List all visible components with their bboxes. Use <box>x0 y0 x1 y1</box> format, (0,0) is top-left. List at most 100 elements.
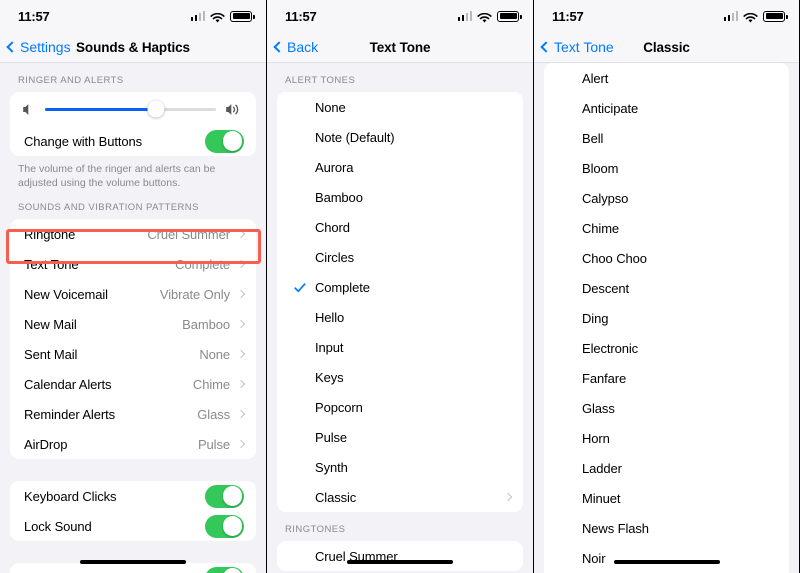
panel-classic: 11:57 Text Tone Classic Alert Anticipate… <box>534 0 799 573</box>
status-time: 11:57 <box>552 8 584 24</box>
tone-row-calypso[interactable]: Calypso <box>544 183 789 213</box>
speaker-low-icon <box>22 103 36 116</box>
toggle-knob <box>222 568 243 573</box>
tone-row-bamboo[interactable]: Bamboo <box>277 182 523 212</box>
back-button-settings[interactable]: Settings <box>6 39 71 55</box>
change-with-buttons-toggle[interactable] <box>205 129 244 153</box>
row-sent-mail[interactable]: Sent Mail None <box>10 339 256 370</box>
row-label: Lock Sound <box>24 518 92 534</box>
tone-row-input[interactable]: Input <box>277 332 523 362</box>
tone-row-popcorn[interactable]: Popcorn <box>277 392 523 422</box>
tone-row-keys[interactable]: Keys <box>277 362 523 392</box>
status-time: 11:57 <box>285 8 317 24</box>
tone-row-descent[interactable]: Descent <box>544 273 789 303</box>
tone-row-chord[interactable]: Chord <box>277 212 523 242</box>
back-button-label: Settings <box>20 39 71 55</box>
tone-row-chime[interactable]: Chime <box>544 213 789 243</box>
tone-label: Ding <box>582 310 609 326</box>
tone-row-horn[interactable]: Horn <box>544 423 789 453</box>
wifi-icon <box>210 11 225 23</box>
tone-row-glass[interactable]: Glass <box>544 393 789 423</box>
lock-sound-toggle[interactable] <box>205 514 244 538</box>
row-change-with-buttons[interactable]: Change with Buttons <box>10 126 256 156</box>
row-system-haptics[interactable]: System Haptics <box>10 563 256 573</box>
chevron-right-icon <box>236 410 246 419</box>
chevron-right-icon <box>236 260 246 269</box>
tone-label: Aurora <box>315 159 354 175</box>
tone-row-circles[interactable]: Circles <box>277 242 523 272</box>
tone-row-note-default[interactable]: Note (Default) <box>277 122 523 152</box>
tone-row-minuet[interactable]: Minuet <box>544 483 789 513</box>
tone-label: Popcorn <box>315 399 363 415</box>
tone-row-choo-choo[interactable]: Choo Choo <box>544 243 789 273</box>
keyboard-clicks-toggle[interactable] <box>205 484 244 508</box>
tone-row-news-flash[interactable]: News Flash <box>544 513 789 543</box>
tone-row-cruel-summer[interactable]: Cruel Summer <box>277 541 523 571</box>
volume-slider-thumb[interactable] <box>147 100 165 118</box>
back-button-text-tone[interactable]: Text Tone <box>540 39 614 55</box>
row-lock-sound[interactable]: Lock Sound <box>10 511 256 542</box>
ringer-volume-slider-row[interactable] <box>10 92 256 126</box>
tone-label: Choo Choo <box>582 250 647 266</box>
wifi-icon <box>477 11 492 23</box>
tone-row-hello[interactable]: Hello <box>277 302 523 332</box>
back-button-label: Text Tone <box>554 39 614 55</box>
tone-label: Pulse <box>315 429 348 445</box>
card-classic-tones: Alert Anticipate Bell Bloom Calypso Chim… <box>544 63 789 573</box>
tone-row-bell[interactable]: Bell <box>544 123 789 153</box>
tone-row-pulse[interactable]: Pulse <box>277 422 523 452</box>
tone-row-classic[interactable]: Classic <box>277 482 523 512</box>
nav-bar: Text Tone Classic <box>534 32 799 63</box>
chevron-right-icon <box>236 230 246 239</box>
cellular-signal-icon <box>190 11 205 21</box>
tone-row-ding[interactable]: Ding <box>544 303 789 333</box>
row-calendar-alerts[interactable]: Calendar Alerts Chime <box>10 369 256 400</box>
footnote-ringer: The volume of the ringer and alerts can … <box>18 163 216 190</box>
row-label: Reminder Alerts <box>24 406 115 422</box>
tone-row-fanfare[interactable]: Fanfare <box>544 363 789 393</box>
back-button-label: Back <box>287 39 319 55</box>
tone-row-synth[interactable]: Synth <box>277 452 523 482</box>
row-reminder-alerts[interactable]: Reminder Alerts Glass <box>10 399 256 430</box>
tone-row-anticipate[interactable]: Anticipate <box>544 93 789 123</box>
row-ringtone[interactable]: Ringtone Cruel Summer <box>10 219 256 250</box>
row-value: Glass <box>197 406 230 422</box>
panel-sounds-haptics: 11:57 Settings Sounds & Haptics RINGER A… <box>0 0 266 573</box>
tone-row-noir[interactable]: Noir <box>544 543 789 573</box>
tone-row-bloom[interactable]: Bloom <box>544 153 789 183</box>
tone-row-complete[interactable]: Complete <box>277 272 523 302</box>
system-haptics-toggle[interactable] <box>205 566 244 573</box>
tone-label: Note (Default) <box>315 129 395 145</box>
row-airdrop[interactable]: AirDrop Pulse <box>10 429 256 460</box>
card-sounds-and-vibration: Ringtone Cruel Summer Text Tone Complete… <box>10 219 256 460</box>
tone-label: Synth <box>315 459 348 475</box>
volume-slider-track[interactable] <box>45 100 216 118</box>
chevron-right-icon <box>236 320 246 329</box>
row-label: Keyboard Clicks <box>24 488 117 504</box>
tone-row-alert[interactable]: Alert <box>544 63 789 93</box>
tone-label: Hello <box>315 309 345 325</box>
chevron-right-icon <box>503 492 513 502</box>
tone-row-none[interactable]: None <box>277 92 523 122</box>
tone-label: Circles <box>315 249 355 265</box>
tone-row-aurora[interactable]: Aurora <box>277 152 523 182</box>
back-button[interactable]: Back <box>273 39 319 55</box>
settings-scroll-area[interactable]: RINGER AND ALERTS Change with Buttons Th… <box>0 63 266 573</box>
classic-scroll-area[interactable]: Alert Anticipate Bell Bloom Calypso Chim… <box>534 63 799 573</box>
row-text-tone[interactable]: Text Tone Complete <box>10 249 256 280</box>
status-time: 11:57 <box>18 8 50 24</box>
tone-label: Minuet <box>582 490 621 506</box>
battery-icon <box>497 10 522 22</box>
tone-row-ladder[interactable]: Ladder <box>544 453 789 483</box>
card-ringtones: Cruel Summer <box>277 541 523 571</box>
text-tone-scroll-area[interactable]: ALERT TONES None Note (Default) Aurora B… <box>267 63 533 573</box>
tone-row-electronic[interactable]: Electronic <box>544 333 789 363</box>
tone-label: Chord <box>315 219 350 235</box>
row-keyboard-clicks[interactable]: Keyboard Clicks <box>10 481 256 512</box>
tone-label: Ladder <box>582 460 622 476</box>
tone-label: None <box>315 99 346 115</box>
row-new-mail[interactable]: New Mail Bamboo <box>10 309 256 340</box>
card-system-haptics: System Haptics <box>10 563 256 573</box>
chevron-left-icon <box>6 41 18 53</box>
row-new-voicemail[interactable]: New Voicemail Vibrate Only <box>10 279 256 310</box>
